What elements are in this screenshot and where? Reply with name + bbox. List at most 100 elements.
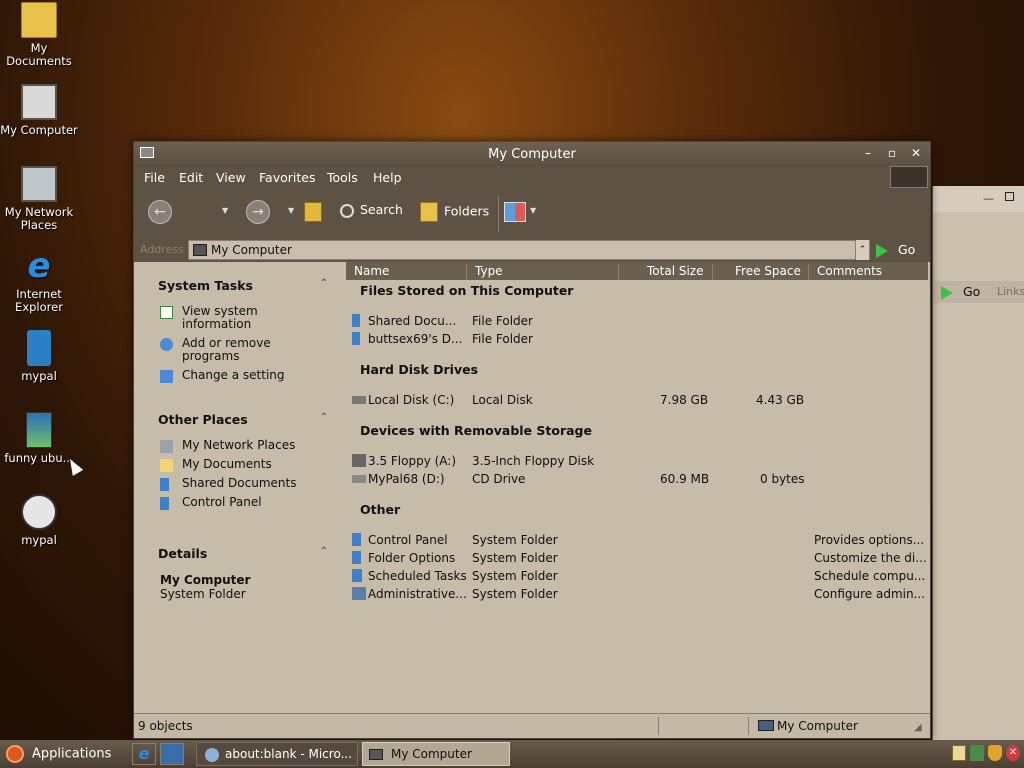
list-item[interactable]: MyPal68 (D:) CD Drive 60.9 MB 0 bytes [350, 470, 928, 488]
shared-folder-icon [160, 478, 169, 491]
window-titlebar[interactable]: My Computer – ▫ ✕ [134, 142, 930, 166]
views-icon[interactable] [504, 202, 526, 222]
views-dropdown-icon[interactable]: ▼ [530, 206, 536, 215]
list-item[interactable]: Scheduled Tasks System Folder Schedule c… [350, 567, 928, 585]
show-desktop-launcher-icon[interactable] [160, 743, 184, 765]
collapse-chevron-icon[interactable]: ⌃ [320, 278, 328, 289]
computer-small-icon [193, 244, 207, 256]
desktop-icon-label: mypal [21, 369, 57, 383]
column-free-space[interactable]: Free Space [712, 264, 808, 280]
desktop-icon-internet-explorer[interactable]: e Internet Explorer [0, 248, 78, 314]
other-places-title[interactable]: Other Places ⌃ [158, 412, 328, 427]
administrative-tools-icon [352, 587, 366, 600]
menu-edit[interactable]: Edit [179, 170, 203, 185]
control-panel-icon [160, 370, 173, 383]
maximize-button[interactable]: ▫ [884, 145, 900, 161]
status-object-count: 9 objects [138, 719, 193, 733]
desktop-icon-my-network-places[interactable]: My Network Places [0, 166, 78, 232]
go-button[interactable]: Go [941, 284, 980, 300]
folders-button[interactable]: Folders [420, 202, 489, 222]
image-file-icon [26, 412, 52, 448]
column-header: Name Type Total Size Free Space Comments [346, 262, 928, 280]
list-item[interactable]: 3.5 Floppy (A:) 3.5-Inch Floppy Disk [350, 452, 928, 470]
background-window-titlebar[interactable]: — [933, 186, 1024, 212]
forward-dropdown-icon[interactable]: ▼ [288, 206, 294, 215]
go-arrow-icon [941, 285, 953, 300]
background-window[interactable]: — Go Links [932, 186, 1024, 741]
menu-tools[interactable]: Tools [327, 170, 358, 185]
desktop-icon-my-documents[interactable]: My Documents [0, 2, 78, 68]
system-tasks-title[interactable]: System Tasks ⌃ [158, 278, 328, 293]
desktop-icon-mypal-shortcut[interactable]: mypal [0, 494, 78, 547]
desktop-icon-mypal[interactable]: mypal [0, 330, 78, 383]
shield-tray-icon[interactable] [988, 745, 1002, 761]
task-my-computer[interactable]: My Computer [362, 742, 510, 766]
menu-favorites[interactable]: Favorites [259, 170, 315, 185]
mouse-cursor [64, 456, 84, 476]
desktop-icon-funny-ubu[interactable]: funny ubu... [0, 412, 78, 465]
column-total-size[interactable]: Total Size [618, 264, 712, 280]
links-label[interactable]: Links [997, 285, 1024, 298]
computer-small-icon [758, 720, 774, 731]
mypal-icon [27, 330, 51, 366]
task-about-blank[interactable]: about:blank - Micro... [196, 742, 358, 766]
address-input[interactable]: My Computer [188, 240, 870, 260]
background-window-toolbar: Go Links [933, 281, 1024, 303]
up-folder-icon[interactable] [304, 202, 322, 222]
add-remove-programs-icon [160, 338, 173, 351]
task-add-remove-programs[interactable]: Add or remove programs [158, 337, 328, 363]
list-item[interactable]: Administrative... System Folder Configur… [350, 585, 928, 603]
back-dropdown-icon[interactable]: ▼ [222, 206, 228, 215]
other-places-panel: Other Places ⌃ My Network Places My Docum… [158, 412, 328, 515]
shared-folder-icon [352, 314, 360, 327]
column-type[interactable]: Type [466, 264, 618, 280]
desktop-icon-label: My Computer [0, 123, 78, 137]
list-item[interactable]: Local Disk (C:) Local Disk 7.98 GB 4.43 … [350, 391, 928, 409]
place-shared-documents[interactable]: Shared Documents [158, 477, 328, 491]
details-panel: Details ⌃ My Computer System Folder [158, 546, 328, 601]
desktop-icon-my-computer[interactable]: My Computer [0, 84, 78, 137]
go-arrow-icon [876, 243, 888, 258]
list-item[interactable]: Control Panel System Folder Provides opt… [350, 531, 928, 549]
go-button[interactable]: Go [876, 242, 915, 258]
folder-options-icon [352, 551, 361, 564]
network-tray-icon[interactable] [970, 745, 984, 761]
security-alert-icon[interactable]: ✕ [1006, 745, 1020, 761]
maximize-icon[interactable] [1005, 192, 1014, 201]
list-item[interactable]: buttsex69's D... File Folder [350, 330, 928, 348]
checklist-icon [160, 306, 173, 319]
address-dropdown-button[interactable]: ⌃ [855, 240, 869, 260]
minimize-button[interactable]: – [860, 145, 876, 161]
group-title: Hard Disk Drives [360, 362, 479, 377]
place-my-network-places[interactable]: My Network Places [158, 439, 328, 453]
menu-help[interactable]: Help [373, 170, 402, 185]
toolbar: ← ▼ → ▼ Search Folders ▼ [134, 190, 930, 238]
column-name[interactable]: Name [346, 264, 466, 280]
column-comments[interactable]: Comments [808, 264, 928, 280]
collapse-chevron-icon[interactable]: ⌃ [320, 546, 328, 557]
task-pane: System Tasks ⌃ View system information Ad… [134, 262, 346, 712]
my-computer-window[interactable]: My Computer – ▫ ✕ File Edit View Favorit… [133, 141, 931, 739]
applications-menu[interactable]: Applications [6, 745, 111, 763]
back-button[interactable]: ← [148, 200, 172, 224]
task-change-setting[interactable]: Change a setting [158, 369, 328, 383]
minimize-icon[interactable]: — [983, 192, 994, 205]
internet-explorer-launcher-icon[interactable]: e [132, 743, 156, 765]
search-button[interactable]: Search [340, 202, 403, 218]
task-view-system-information[interactable]: View system information [158, 305, 328, 331]
document-tray-icon[interactable] [952, 745, 966, 761]
desktop-icon-label: My Documents [6, 41, 72, 68]
list-item[interactable]: Folder Options System Folder Customize t… [350, 549, 928, 567]
menu-file[interactable]: File [144, 170, 165, 185]
close-button[interactable]: ✕ [908, 145, 924, 161]
address-label: Address [140, 243, 184, 256]
details-title[interactable]: Details ⌃ [158, 546, 328, 561]
resize-grip-icon[interactable]: ◢ [914, 722, 922, 733]
menu-view[interactable]: View [216, 170, 246, 185]
place-control-panel[interactable]: Control Panel [158, 496, 328, 510]
list-item[interactable]: Shared Docu... File Folder [350, 312, 928, 330]
forward-button[interactable]: → [246, 200, 270, 224]
collapse-chevron-icon[interactable]: ⌃ [320, 412, 328, 423]
desktop-icon-label: Internet Explorer [15, 287, 63, 314]
place-my-documents[interactable]: My Documents [158, 458, 328, 472]
